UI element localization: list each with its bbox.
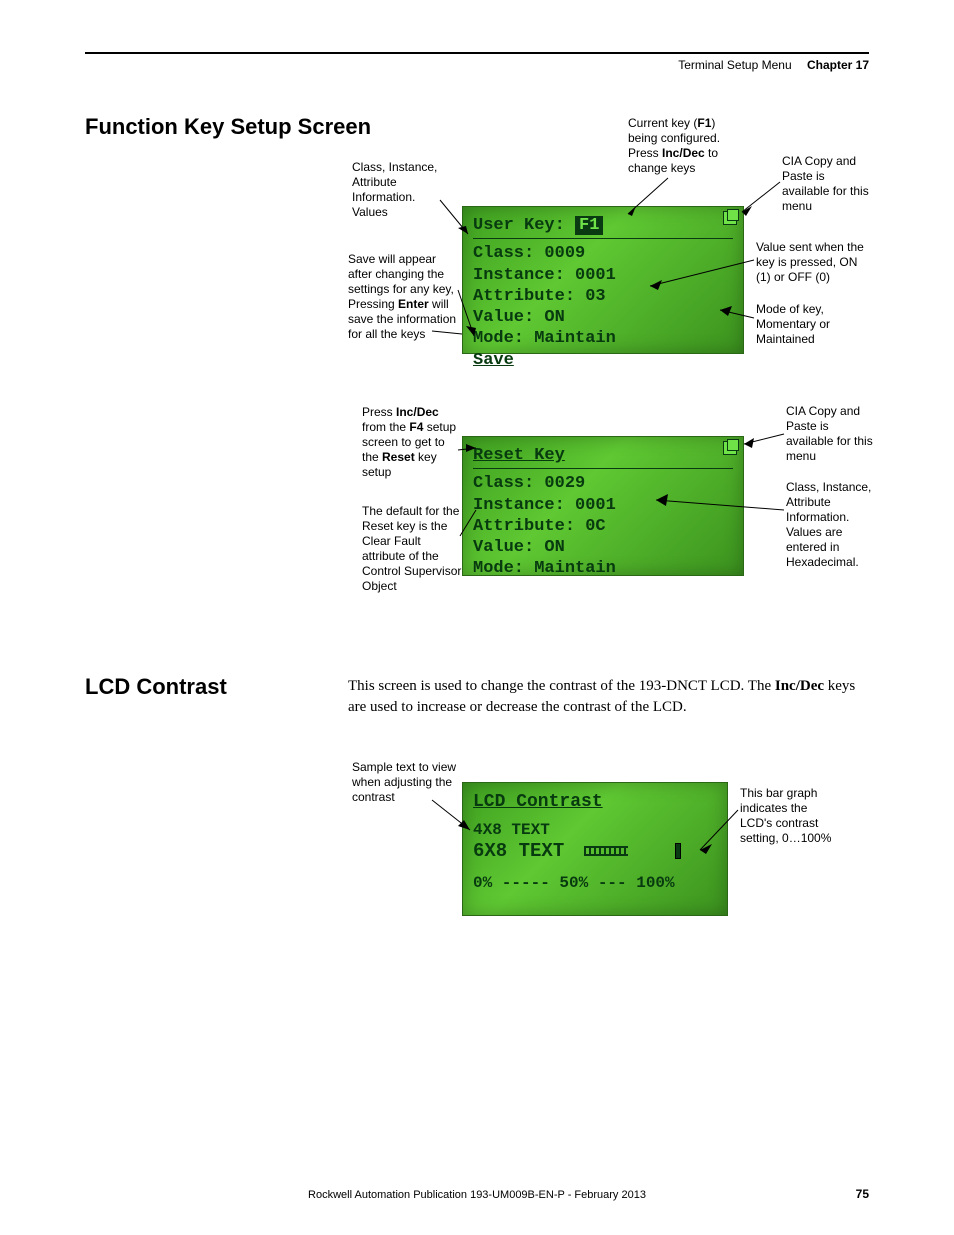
callout-class-instance: Class, Instance, Attribute Information. … (352, 160, 452, 220)
lcd2-class: Class: 0029 (473, 473, 733, 494)
lcd2-instance: Instance: 0001 (473, 495, 733, 516)
callout-mode-of-key: Mode of key, Momentary or Maintained (756, 302, 846, 347)
lcd-contrast-body: This screen is used to change the contra… (348, 676, 868, 718)
callout-current-key: Current key (F1) being configured. Press… (628, 116, 738, 176)
lcd2-title: Reset Key (473, 445, 733, 466)
callout-value-sent: Value sent when the key is pressed, ON (… (756, 240, 866, 285)
heading-function-key-setup: Function Key Setup Screen (85, 114, 371, 140)
lcd1-userkey-value: F1 (575, 216, 603, 235)
lcd3-line2: 6X8 TEXT (473, 840, 717, 864)
contrast-marker-icon (675, 843, 681, 859)
lcd-user-key-screen: User Key: F1 Class: 0009 Instance: 0001 … (462, 206, 744, 354)
lcd1-mode: Mode: Maintain (473, 328, 733, 349)
callout-save-will: Save will appear after changing the sett… (348, 252, 460, 342)
header-rule (85, 52, 869, 54)
lcd3-title: LCD Contrast (473, 791, 717, 814)
contrast-bargraph-icon (584, 846, 628, 856)
callout-cia-copy-2: CIA Copy and Paste is available for this… (786, 404, 876, 464)
callout-default-resetkey: The default for the Reset key is the Cle… (362, 504, 462, 594)
lcd1-line1: User Key: F1 (473, 215, 733, 236)
copy-paste-icon (723, 211, 737, 225)
lcd-reset-key-screen: Reset Key Class: 0029 Instance: 0001 Att… (462, 436, 744, 576)
lcd1-userkey-label: User Key: (473, 216, 565, 235)
lcd1-class: Class: 0009 (473, 243, 733, 264)
running-header: Terminal Setup Menu Chapter 17 (678, 58, 869, 72)
lcd1-attribute: Attribute: 03 (473, 286, 733, 307)
lcd2-value: Value: ON (473, 537, 733, 558)
lcd2-attribute: Attribute: 0C (473, 516, 733, 537)
lcd1-value: Value: ON (473, 307, 733, 328)
callout-sample-text: Sample text to view when adjusting the c… (352, 760, 462, 805)
callout-cia-copy-1: CIA Copy and Paste is available for this… (782, 154, 872, 214)
lcd3-scale: 0% ----- 50% --- 100% (473, 873, 717, 893)
callout-class-hex: Class, Instance, Attribute Information. … (786, 480, 882, 570)
lcd2-divider (473, 468, 733, 469)
lcd-contrast-screen: LCD Contrast 4X8 TEXT 6X8 TEXT 0% ----- … (462, 782, 728, 916)
callout-press-incdec: Press Inc/Dec from the F4 setup screen t… (362, 405, 462, 480)
lcd3-4x8: 4X8 TEXT (473, 820, 717, 840)
footer-publication: Rockwell Automation Publication 193-UM00… (0, 1189, 954, 1201)
lcd3-6x8: 6X8 TEXT (473, 840, 564, 862)
lcd2-mode: Mode: Maintain (473, 558, 733, 579)
lcd1-save: Save (473, 350, 733, 371)
copy-paste-icon (723, 441, 737, 455)
page-number: 75 (856, 1187, 869, 1201)
lcd1-instance: Instance: 0001 (473, 265, 733, 286)
header-section: Terminal Setup Menu (678, 58, 791, 72)
lcd1-divider (473, 238, 733, 239)
callout-bar-graph: This bar graph indicates the LCD's contr… (740, 786, 836, 846)
heading-lcd-contrast: LCD Contrast (85, 674, 227, 700)
header-chapter: Chapter 17 (807, 58, 869, 72)
